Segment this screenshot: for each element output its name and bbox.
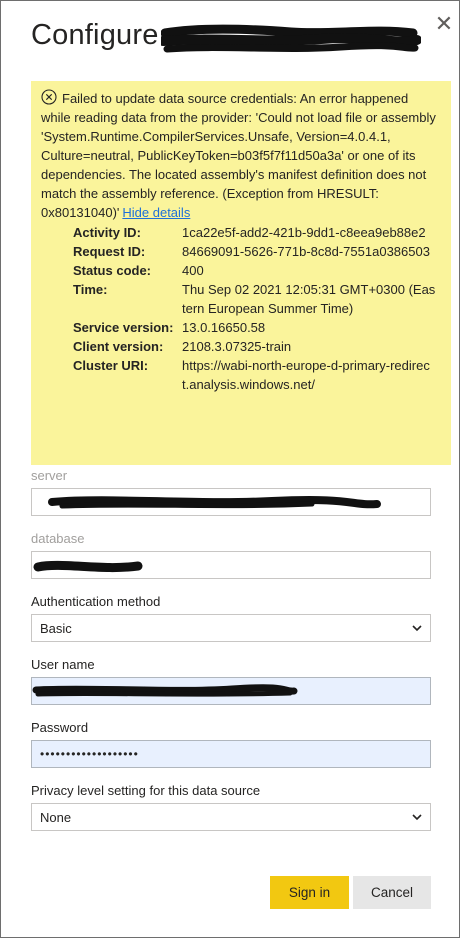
privacy-level-select[interactable]: None bbox=[31, 803, 431, 831]
auth-method-select[interactable]: Basic bbox=[31, 614, 431, 642]
privacy-level-value: None bbox=[40, 809, 72, 825]
hide-details-link[interactable]: Hide details bbox=[122, 205, 190, 220]
auth-method-label: Authentication method bbox=[31, 594, 161, 609]
chevron-down-icon bbox=[412, 625, 422, 632]
close-icon: ✕ bbox=[434, 11, 454, 36]
server-input[interactable] bbox=[31, 488, 431, 516]
detail-row-client-version: Client version: 2108.3.07325-train bbox=[41, 337, 441, 356]
detail-value: Thu Sep 02 2021 12:05:31 GMT+0300 (Easte… bbox=[182, 282, 436, 316]
detail-row-activity-id: Activity ID: 1ca22e5f-add2-421b-9dd1-c8e… bbox=[41, 223, 441, 242]
privacy-level-label: Privacy level setting for this data sour… bbox=[31, 783, 261, 798]
error-circle-x-icon bbox=[41, 89, 57, 105]
detail-row-service-version: Service version: 13.0.16650.58 bbox=[41, 318, 441, 337]
detail-value: 1ca22e5f-add2-421b-9dd1-c8eea9eb88e2 bbox=[182, 225, 426, 240]
detail-value: 13.0.16650.58 bbox=[182, 320, 266, 335]
cancel-label: Cancel bbox=[370, 885, 414, 900]
password-value: ••••••••••••••••••• bbox=[40, 747, 139, 761]
error-panel: Failed to update data source credentials… bbox=[31, 81, 451, 465]
username-label: User name bbox=[31, 657, 95, 672]
username-redaction bbox=[32, 684, 298, 697]
database-input[interactable] bbox=[31, 551, 431, 579]
database-label: database bbox=[31, 531, 85, 546]
close-button[interactable]: ✕ bbox=[433, 13, 455, 35]
dialog-title: Configure bbox=[31, 19, 159, 51]
username-input[interactable] bbox=[31, 677, 431, 705]
detail-label: Time: bbox=[73, 282, 108, 297]
detail-value: 84669091-5626-771b-8c8d-7551a0386503 bbox=[182, 244, 430, 259]
detail-label: Activity ID: bbox=[73, 225, 141, 240]
detail-row-status-code: Status code: 400 bbox=[41, 261, 441, 280]
detail-row-cluster-uri: Cluster URI: https://wabi-north-europe-d… bbox=[41, 356, 441, 394]
detail-row-time: Time: Thu Sep 02 2021 12:05:31 GMT+0300 … bbox=[41, 280, 441, 318]
cancel-button[interactable]: Cancel bbox=[353, 876, 431, 909]
sign-in-button[interactable]: Sign in bbox=[270, 876, 349, 909]
password-label: Password bbox=[31, 720, 89, 735]
detail-row-request-id: Request ID: 84669091-5626-771b-8c8d-7551… bbox=[41, 242, 441, 261]
database-redaction bbox=[33, 560, 143, 573]
server-redaction bbox=[48, 495, 381, 509]
password-input[interactable]: ••••••••••••••••••• bbox=[31, 740, 431, 768]
error-message: Failed to update data source credentials… bbox=[41, 91, 436, 220]
detail-label: Status code: bbox=[73, 263, 152, 278]
detail-label: Cluster URI: bbox=[73, 358, 149, 373]
chevron-down-icon bbox=[412, 814, 422, 821]
error-details: Activity ID: 1ca22e5f-add2-421b-9dd1-c8e… bbox=[41, 223, 441, 394]
detail-value: 2108.3.07325-train bbox=[182, 339, 292, 354]
detail-label: Client version: bbox=[73, 339, 164, 354]
detail-label: Request ID: bbox=[73, 244, 146, 259]
sign-in-label: Sign in bbox=[288, 885, 331, 900]
title-redaction bbox=[161, 24, 421, 53]
configure-dialog: Configure ✕ Failed to update data source… bbox=[0, 0, 460, 938]
detail-value: https://wabi-north-europe-d-primary-redi… bbox=[182, 358, 430, 392]
detail-value: 400 bbox=[182, 263, 204, 278]
detail-label: Service version: bbox=[73, 320, 174, 335]
server-label: server bbox=[31, 468, 68, 483]
auth-method-value: Basic bbox=[40, 620, 72, 636]
